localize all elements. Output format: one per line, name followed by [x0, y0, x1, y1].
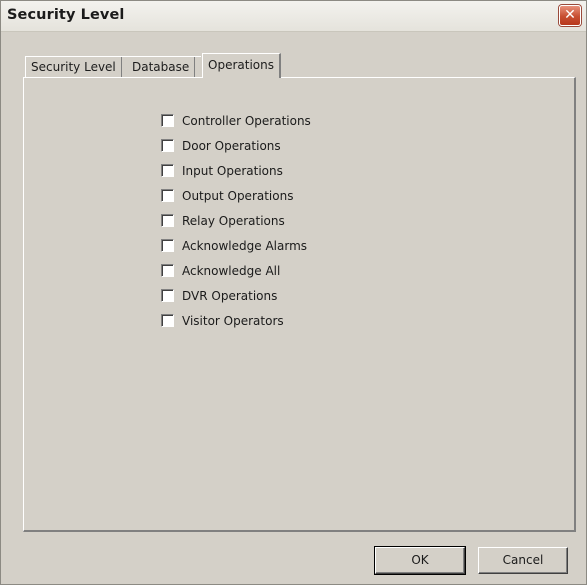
operation-item-dvr[interactable]: DVR Operations: [161, 286, 361, 306]
checkbox[interactable]: [161, 289, 174, 302]
checkbox[interactable]: [161, 164, 174, 177]
operation-item-visitor[interactable]: Visitor Operators: [161, 311, 361, 331]
checkbox-label: Door Operations: [182, 139, 281, 153]
dialog-window: Security Level ✕ Security Level Database…: [0, 0, 587, 585]
tab-database[interactable]: Database: [127, 57, 196, 77]
checkbox-label: Acknowledge All: [182, 264, 281, 278]
checkbox[interactable]: [161, 114, 174, 127]
checkbox[interactable]: [161, 239, 174, 252]
checkbox-label: Controller Operations: [182, 114, 311, 128]
checkbox[interactable]: [161, 139, 174, 152]
cancel-button[interactable]: Cancel: [478, 547, 568, 574]
checkbox[interactable]: [161, 189, 174, 202]
checkbox-label: Output Operations: [182, 189, 294, 203]
operation-item-acknowledge-all[interactable]: Acknowledge All: [161, 261, 361, 281]
operation-item-acknowledge-alarms[interactable]: Acknowledge Alarms: [161, 236, 361, 256]
operation-item-output[interactable]: Output Operations: [161, 186, 361, 206]
window-title: Security Level: [7, 7, 125, 23]
checkbox[interactable]: [161, 214, 174, 227]
tab-security-level[interactable]: Security Level: [25, 57, 122, 77]
operation-item-controller[interactable]: Controller Operations: [161, 111, 361, 131]
close-icon[interactable]: ✕: [559, 5, 581, 26]
checkbox-label: Visitor Operators: [182, 314, 284, 328]
checkbox-label: Relay Operations: [182, 214, 285, 228]
checkbox[interactable]: [161, 264, 174, 277]
operation-item-input[interactable]: Input Operations: [161, 161, 361, 181]
operation-item-door[interactable]: Door Operations: [161, 136, 361, 156]
checkbox-label: DVR Operations: [182, 289, 278, 303]
checkbox[interactable]: [161, 314, 174, 327]
checkbox-label: Acknowledge Alarms: [182, 239, 308, 253]
tab-operations[interactable]: Operations: [202, 53, 281, 78]
checkbox-label: Input Operations: [182, 164, 283, 178]
operation-item-relay[interactable]: Relay Operations: [161, 211, 361, 231]
title-bar[interactable]: Security Level ✕: [1, 1, 586, 32]
ok-button[interactable]: OK: [374, 546, 466, 575]
